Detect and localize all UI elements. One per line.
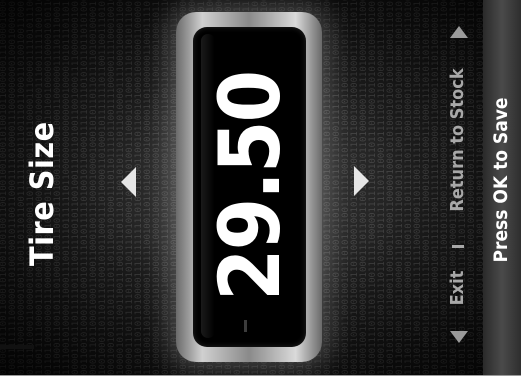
callout-pointer-mark (0, 345, 34, 349)
edit-cursor (244, 320, 247, 332)
exit-arrow-icon[interactable] (450, 331, 468, 343)
setting-title: Tire Size (23, 121, 61, 266)
save-hint: Press OK to Save (490, 97, 512, 263)
increase-value-arrow-icon[interactable] (354, 166, 369, 196)
tire-size-value[interactable]: 29.50 (201, 72, 299, 301)
return-to-stock-arrow-icon[interactable] (450, 26, 468, 38)
return-to-stock-button[interactable]: Return to Stock (444, 40, 472, 240)
decrease-value-arrow-icon[interactable] (121, 167, 136, 197)
nav-divider (452, 245, 464, 248)
exit-button[interactable]: Exit (444, 258, 472, 318)
page-bottom-rule (0, 375, 521, 387)
device-screen: 0100010110011000101000110010011001001001… (0, 0, 521, 375)
